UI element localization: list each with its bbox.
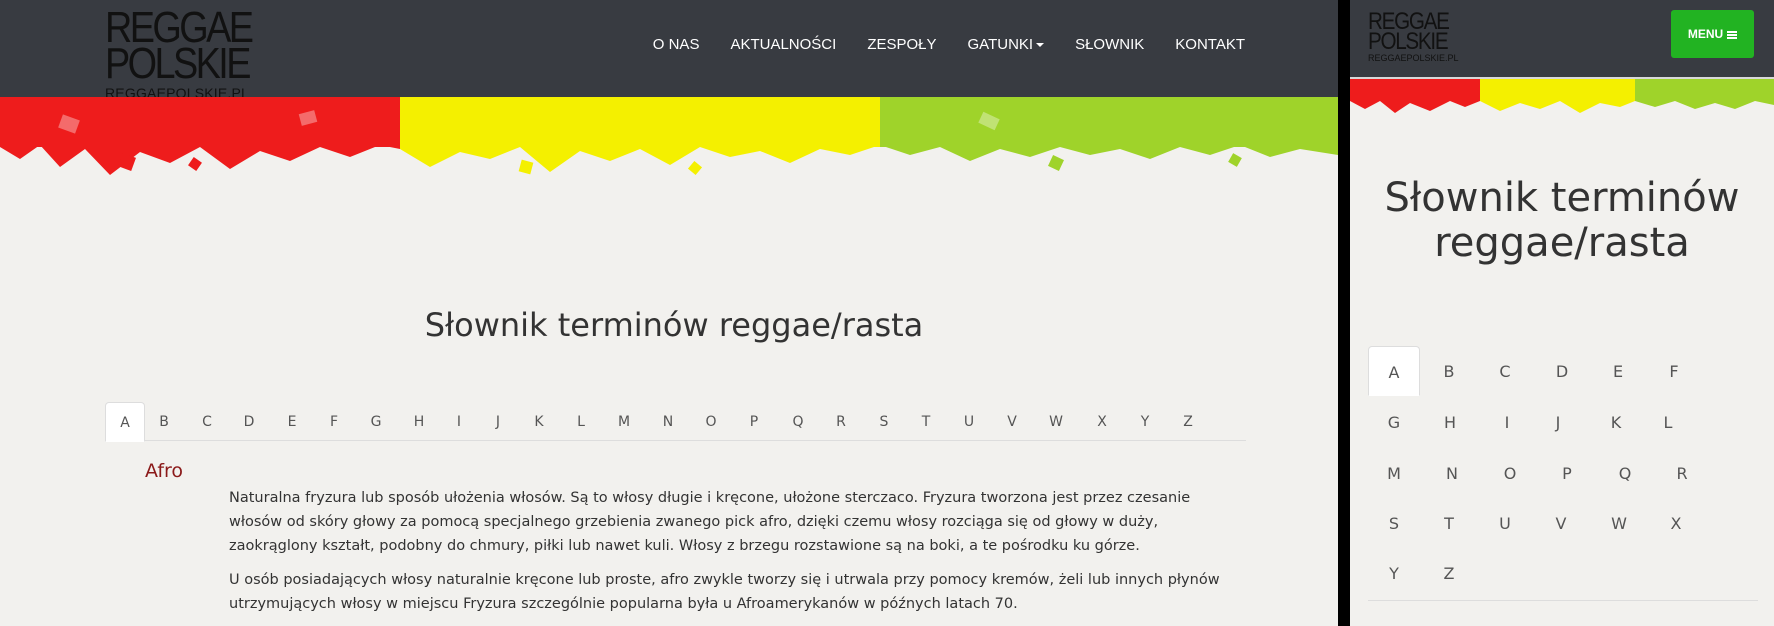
mobile-page-title: Słownik terminów reggae/rasta: [1350, 176, 1774, 266]
tab-letter-x[interactable]: X: [1650, 498, 1702, 548]
tab-letter-s[interactable]: S: [869, 402, 899, 440]
tab-letter-b[interactable]: B: [1423, 346, 1475, 396]
tab-letter-m[interactable]: M: [609, 402, 639, 440]
caret-down-icon: [1036, 43, 1045, 48]
mobile-view: REGGAE POLSKIE REGGAEPOLSKIE.PL MENU Sło…: [1350, 0, 1774, 626]
menu-button-label: MENU: [1687, 27, 1724, 41]
desktop-view: REGGAE POLSKIE REGGAEPOLSKIE.PL O NAS AK…: [0, 0, 1338, 626]
definition-paragraph: Naturalna fryzura lub sposób ułożenia wł…: [229, 490, 1191, 554]
tab-letter-w[interactable]: W: [1593, 498, 1645, 548]
tab-letter-q[interactable]: Q: [783, 402, 813, 440]
nav-item-o-nas[interactable]: O NAS: [653, 36, 700, 53]
tab-letter-q[interactable]: Q: [1599, 448, 1651, 498]
nav-item-gatunki-label: GATUNKI: [967, 36, 1034, 53]
alphabet-tabs: A B C D E F G H I J K L M N O P Q R S T …: [105, 402, 1246, 442]
nav-item-slownik[interactable]: SŁOWNIK: [1075, 36, 1144, 53]
tab-letter-i[interactable]: I: [1481, 397, 1533, 447]
tab-letter-g[interactable]: G: [361, 402, 391, 440]
tab-letter-o[interactable]: O: [1484, 448, 1536, 498]
tab-letter-n[interactable]: N: [653, 402, 683, 440]
tab-letter-c[interactable]: C: [1479, 346, 1531, 396]
tab-letter-h[interactable]: H: [404, 402, 434, 440]
nav-item-kontakt[interactable]: KONTAKT: [1175, 36, 1245, 53]
tab-letter-t[interactable]: T: [911, 402, 941, 440]
hamburger-icon: [1727, 31, 1738, 39]
tab-letter-e[interactable]: E: [1592, 346, 1644, 396]
nav-item-zespoly[interactable]: ZESPOŁY: [867, 36, 936, 53]
tab-letter-p[interactable]: P: [739, 402, 769, 440]
main-nav: O NAS AKTUALNOŚCI ZESPOŁY GATUNKI SŁOWNI…: [622, 36, 1245, 53]
definition-paragraph: U osób posiadających włosy naturalnie kr…: [229, 572, 1220, 612]
tab-letter-f[interactable]: F: [1648, 346, 1700, 396]
menu-button[interactable]: MENU: [1671, 10, 1754, 58]
tab-letter-a[interactable]: A: [105, 402, 145, 442]
mobile-logo[interactable]: REGGAE POLSKIE REGGAEPOLSKIE.PL: [1368, 10, 1462, 64]
mobile-alphabet-tabs: A B C D E F G H I J K L M N O P Q R S T …: [1368, 346, 1758, 601]
mobile-title-line1: Słownik terminów: [1384, 175, 1740, 221]
tab-letter-y[interactable]: Y: [1130, 402, 1160, 440]
tab-letter-r[interactable]: R: [826, 402, 856, 440]
tab-letter-l[interactable]: L: [1642, 397, 1694, 447]
tab-letter-w[interactable]: W: [1041, 402, 1071, 440]
tab-letter-t[interactable]: T: [1423, 498, 1475, 548]
term-definition: Naturalna fryzura lub sposób ułożenia wł…: [229, 486, 1229, 626]
tab-letter-v[interactable]: V: [997, 402, 1027, 440]
tab-letter-n[interactable]: N: [1426, 448, 1478, 498]
site-logo[interactable]: REGGAE POLSKIE REGGAEPOLSKIE.PL: [105, 5, 275, 101]
tab-letter-u[interactable]: U: [954, 402, 984, 440]
tab-letter-d[interactable]: D: [1536, 346, 1588, 396]
tab-letter-j[interactable]: J: [483, 402, 513, 440]
tab-letter-e[interactable]: E: [277, 402, 307, 440]
tab-letter-d[interactable]: D: [234, 402, 264, 440]
paint-splash-banner: [0, 97, 1338, 176]
mobile-title-line2: reggae/rasta: [1434, 220, 1690, 266]
tab-letter-p[interactable]: P: [1541, 448, 1593, 498]
tab-letter-x[interactable]: X: [1087, 402, 1117, 440]
tab-letter-l[interactable]: L: [566, 402, 596, 440]
mobile-paint-splash: [1350, 79, 1774, 113]
tab-letter-k[interactable]: K: [524, 402, 554, 440]
page-title: Słownik terminów reggae/rasta: [424, 306, 924, 344]
tab-letter-v[interactable]: V: [1535, 498, 1587, 548]
tab-letter-f[interactable]: F: [319, 402, 349, 440]
logo-line2: POLSKIE: [1368, 27, 1449, 55]
tab-letter-k[interactable]: K: [1590, 397, 1642, 447]
tab-letter-z[interactable]: Z: [1173, 402, 1203, 440]
tab-letter-c[interactable]: C: [192, 402, 222, 440]
term-heading: Afro: [145, 460, 184, 482]
tab-letter-j[interactable]: J: [1532, 397, 1584, 447]
tab-letter-s[interactable]: S: [1368, 498, 1420, 548]
nav-item-gatunki[interactable]: GATUNKI: [968, 36, 1045, 53]
logo-line2: POLSKIE: [105, 39, 251, 89]
tab-letter-y[interactable]: Y: [1368, 548, 1420, 598]
tab-letter-r[interactable]: R: [1656, 448, 1708, 498]
site-header: REGGAE POLSKIE REGGAEPOLSKIE.PL O NAS AK…: [0, 0, 1338, 101]
tab-letter-o[interactable]: O: [696, 402, 726, 440]
tab-letter-a[interactable]: A: [1368, 346, 1420, 396]
tab-letter-b[interactable]: B: [149, 402, 179, 440]
tab-letter-i[interactable]: I: [444, 402, 474, 440]
tab-letter-m[interactable]: M: [1368, 448, 1420, 498]
nav-item-aktualnosci[interactable]: AKTUALNOŚCI: [730, 36, 836, 53]
tab-letter-z[interactable]: Z: [1423, 548, 1475, 598]
tab-letter-h[interactable]: H: [1424, 397, 1476, 447]
logo-url: REGGAEPOLSKIE.PL: [1368, 53, 1459, 64]
tab-letter-g[interactable]: G: [1368, 397, 1420, 447]
tab-letter-u[interactable]: U: [1479, 498, 1531, 548]
mobile-header: REGGAE POLSKIE REGGAEPOLSKIE.PL MENU: [1350, 0, 1774, 79]
